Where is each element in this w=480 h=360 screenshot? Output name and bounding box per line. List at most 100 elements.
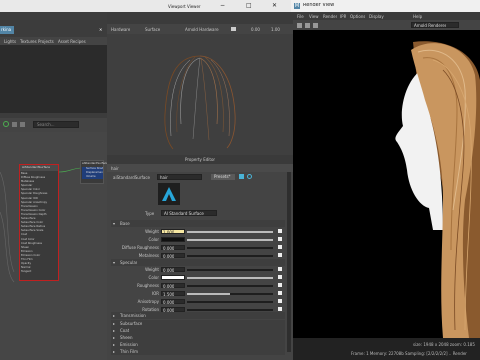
output-node[interactable]: aiStandardSurface Surface Shader Displac… bbox=[80, 160, 108, 184]
row-label: Diffuse Roughness bbox=[121, 245, 159, 250]
node-tab[interactable]: hair bbox=[111, 166, 119, 171]
menu-options[interactable]: Options bbox=[350, 14, 365, 19]
menu-hardware[interactable]: Hardware bbox=[111, 27, 130, 32]
snapshot-icon[interactable] bbox=[313, 23, 318, 28]
render-icon[interactable] bbox=[297, 23, 302, 28]
arnold-logo-icon bbox=[162, 187, 176, 201]
map-icon[interactable] bbox=[278, 245, 282, 249]
close-icon[interactable]: ✕ bbox=[98, 26, 106, 34]
search-input[interactable]: Search... bbox=[33, 121, 79, 128]
property-editor-title: Property Editor bbox=[185, 157, 216, 162]
map-icon[interactable] bbox=[278, 299, 282, 303]
zoom-value[interactable]: 1.00 bbox=[271, 27, 280, 32]
output-port[interactable]: Volume bbox=[86, 175, 103, 179]
tab-projects[interactable]: Projects bbox=[38, 39, 54, 44]
base-weight-field[interactable]: 1.000 bbox=[161, 229, 185, 235]
shader-node-title: AiStandardSurface bbox=[22, 165, 50, 169]
specular-color-swatch[interactable] bbox=[161, 275, 185, 280]
menu-view[interactable]: View bbox=[309, 14, 319, 19]
row-label: Color bbox=[148, 275, 159, 280]
base-diffuse-roughness-row: Diffuse Roughness 0.000 bbox=[111, 244, 285, 251]
menu-display[interactable]: Display bbox=[369, 14, 384, 19]
section-coat[interactable]: ▸ Coat bbox=[111, 327, 285, 334]
section-coat-title: Coat bbox=[120, 328, 130, 333]
presets-button[interactable]: Presets* bbox=[211, 174, 235, 180]
layout-icon[interactable] bbox=[20, 122, 25, 127]
diffuse-roughness-field[interactable]: 0.000 bbox=[161, 245, 185, 251]
base-weight-slider[interactable] bbox=[187, 231, 273, 233]
section-base[interactable]: ▾ Base bbox=[111, 220, 285, 227]
menu-surface[interactable]: Surface bbox=[145, 27, 160, 32]
specular-roughness-slider[interactable] bbox=[187, 285, 273, 287]
diffuse-roughness-slider[interactable] bbox=[187, 247, 273, 249]
section-sheen[interactable]: ▸ Sheen bbox=[111, 334, 285, 341]
specular-color-slider[interactable] bbox=[187, 277, 273, 279]
specular-rotation-slider[interactable] bbox=[187, 309, 273, 311]
menu-arnold-hardware[interactable]: Arnold Hardware bbox=[185, 27, 219, 32]
row-label: IOR bbox=[151, 291, 159, 296]
map-icon[interactable] bbox=[278, 291, 282, 295]
play-icon[interactable] bbox=[231, 27, 236, 31]
menu-ipr[interactable]: IPR bbox=[340, 14, 346, 19]
type-dropdown[interactable]: AI Standard Surface bbox=[161, 210, 217, 216]
tab-active[interactable]: rkina bbox=[0, 26, 14, 34]
field-value: 1.000 bbox=[163, 230, 175, 235]
tab-textures[interactable]: Textures bbox=[20, 39, 37, 44]
frame-value[interactable]: 0.00 bbox=[251, 27, 260, 32]
render-view-title: Render View bbox=[303, 3, 335, 8]
map-icon[interactable] bbox=[278, 229, 282, 233]
property-editor-header: Property Editor bbox=[107, 155, 293, 164]
specular-anisotropy-slider[interactable] bbox=[187, 301, 273, 303]
focus-icon[interactable] bbox=[239, 174, 244, 179]
field-value: 1.500 bbox=[163, 292, 175, 297]
map-icon[interactable] bbox=[278, 283, 282, 287]
shader-node[interactable]: AiStandardSurface Base Diffuse Roughness… bbox=[19, 164, 59, 281]
graph-icon[interactable] bbox=[12, 122, 17, 127]
refresh-icon[interactable] bbox=[3, 121, 9, 127]
maximize-icon[interactable]: □ bbox=[246, 3, 252, 8]
base-color-swatch[interactable] bbox=[161, 237, 185, 242]
viewport-canvas[interactable] bbox=[107, 34, 293, 155]
shader-node-header[interactable]: AiStandardSurface bbox=[20, 165, 58, 171]
port-list: Base Diffuse Roughness Metalness Specula… bbox=[21, 172, 57, 274]
map-icon[interactable] bbox=[278, 237, 282, 241]
specular-weight-field[interactable]: 0.000 bbox=[161, 267, 185, 273]
map-icon[interactable] bbox=[278, 307, 282, 311]
section-transmission[interactable]: ▸ Transmission bbox=[111, 312, 285, 319]
ipr-icon[interactable] bbox=[305, 23, 310, 28]
close-icon[interactable]: ✕ bbox=[272, 3, 277, 8]
menu-file[interactable]: File bbox=[297, 14, 304, 19]
specular-anisotropy-field[interactable]: 0.000 bbox=[161, 299, 185, 305]
specular-ior-field[interactable]: 1.500 bbox=[161, 291, 185, 297]
tab-asset-recipes[interactable]: Asset Recipes bbox=[58, 39, 86, 44]
specular-rows: Weight 0.000 Color Roughness 0.000 IOR 1… bbox=[111, 266, 285, 314]
shader-name-field[interactable]: hair bbox=[157, 174, 202, 180]
tab-lights[interactable]: Lights bbox=[4, 39, 16, 44]
hair-model-viewport bbox=[164, 55, 236, 150]
metalness-field[interactable]: 0.000 bbox=[161, 253, 185, 259]
base-metalness-row: Metalness 0.000 bbox=[111, 252, 285, 259]
map-icon[interactable] bbox=[278, 267, 282, 271]
base-color-slider[interactable] bbox=[187, 239, 273, 241]
menu-render[interactable]: Render bbox=[323, 14, 337, 19]
metalness-slider[interactable] bbox=[187, 255, 273, 257]
field-value: 0.000 bbox=[163, 300, 175, 305]
section-emission[interactable]: ▸ Emission bbox=[111, 341, 285, 348]
section-subsurface[interactable]: ▸ Subsurface bbox=[111, 320, 285, 327]
menu-help[interactable]: Help bbox=[413, 14, 422, 19]
shader-node-ports: Base Diffuse Roughness Metalness Specula… bbox=[21, 172, 57, 274]
section-specular[interactable]: ▾ Specular bbox=[111, 259, 285, 266]
map-icon[interactable] bbox=[278, 253, 282, 257]
minimize-icon[interactable]: − bbox=[220, 3, 225, 8]
camera-dropdown[interactable]: Arnold Renderer bbox=[411, 22, 459, 28]
copy-tab-icon[interactable] bbox=[247, 174, 252, 179]
viewport-toolbar: Hardware Surface Arnold Hardware 0.00 1.… bbox=[107, 24, 293, 34]
specular-ior-slider[interactable] bbox=[187, 293, 273, 295]
property-editor-scrollbar[interactable] bbox=[287, 172, 291, 352]
port-label[interactable]: Tangent bbox=[21, 270, 57, 274]
node-tab-bar: hair bbox=[107, 164, 293, 172]
map-icon[interactable] bbox=[278, 275, 282, 279]
specular-weight-slider[interactable] bbox=[187, 269, 273, 271]
specular-roughness-field[interactable]: 0.000 bbox=[161, 283, 185, 289]
section-thin-film[interactable]: ▸ Thin Film bbox=[111, 348, 285, 355]
